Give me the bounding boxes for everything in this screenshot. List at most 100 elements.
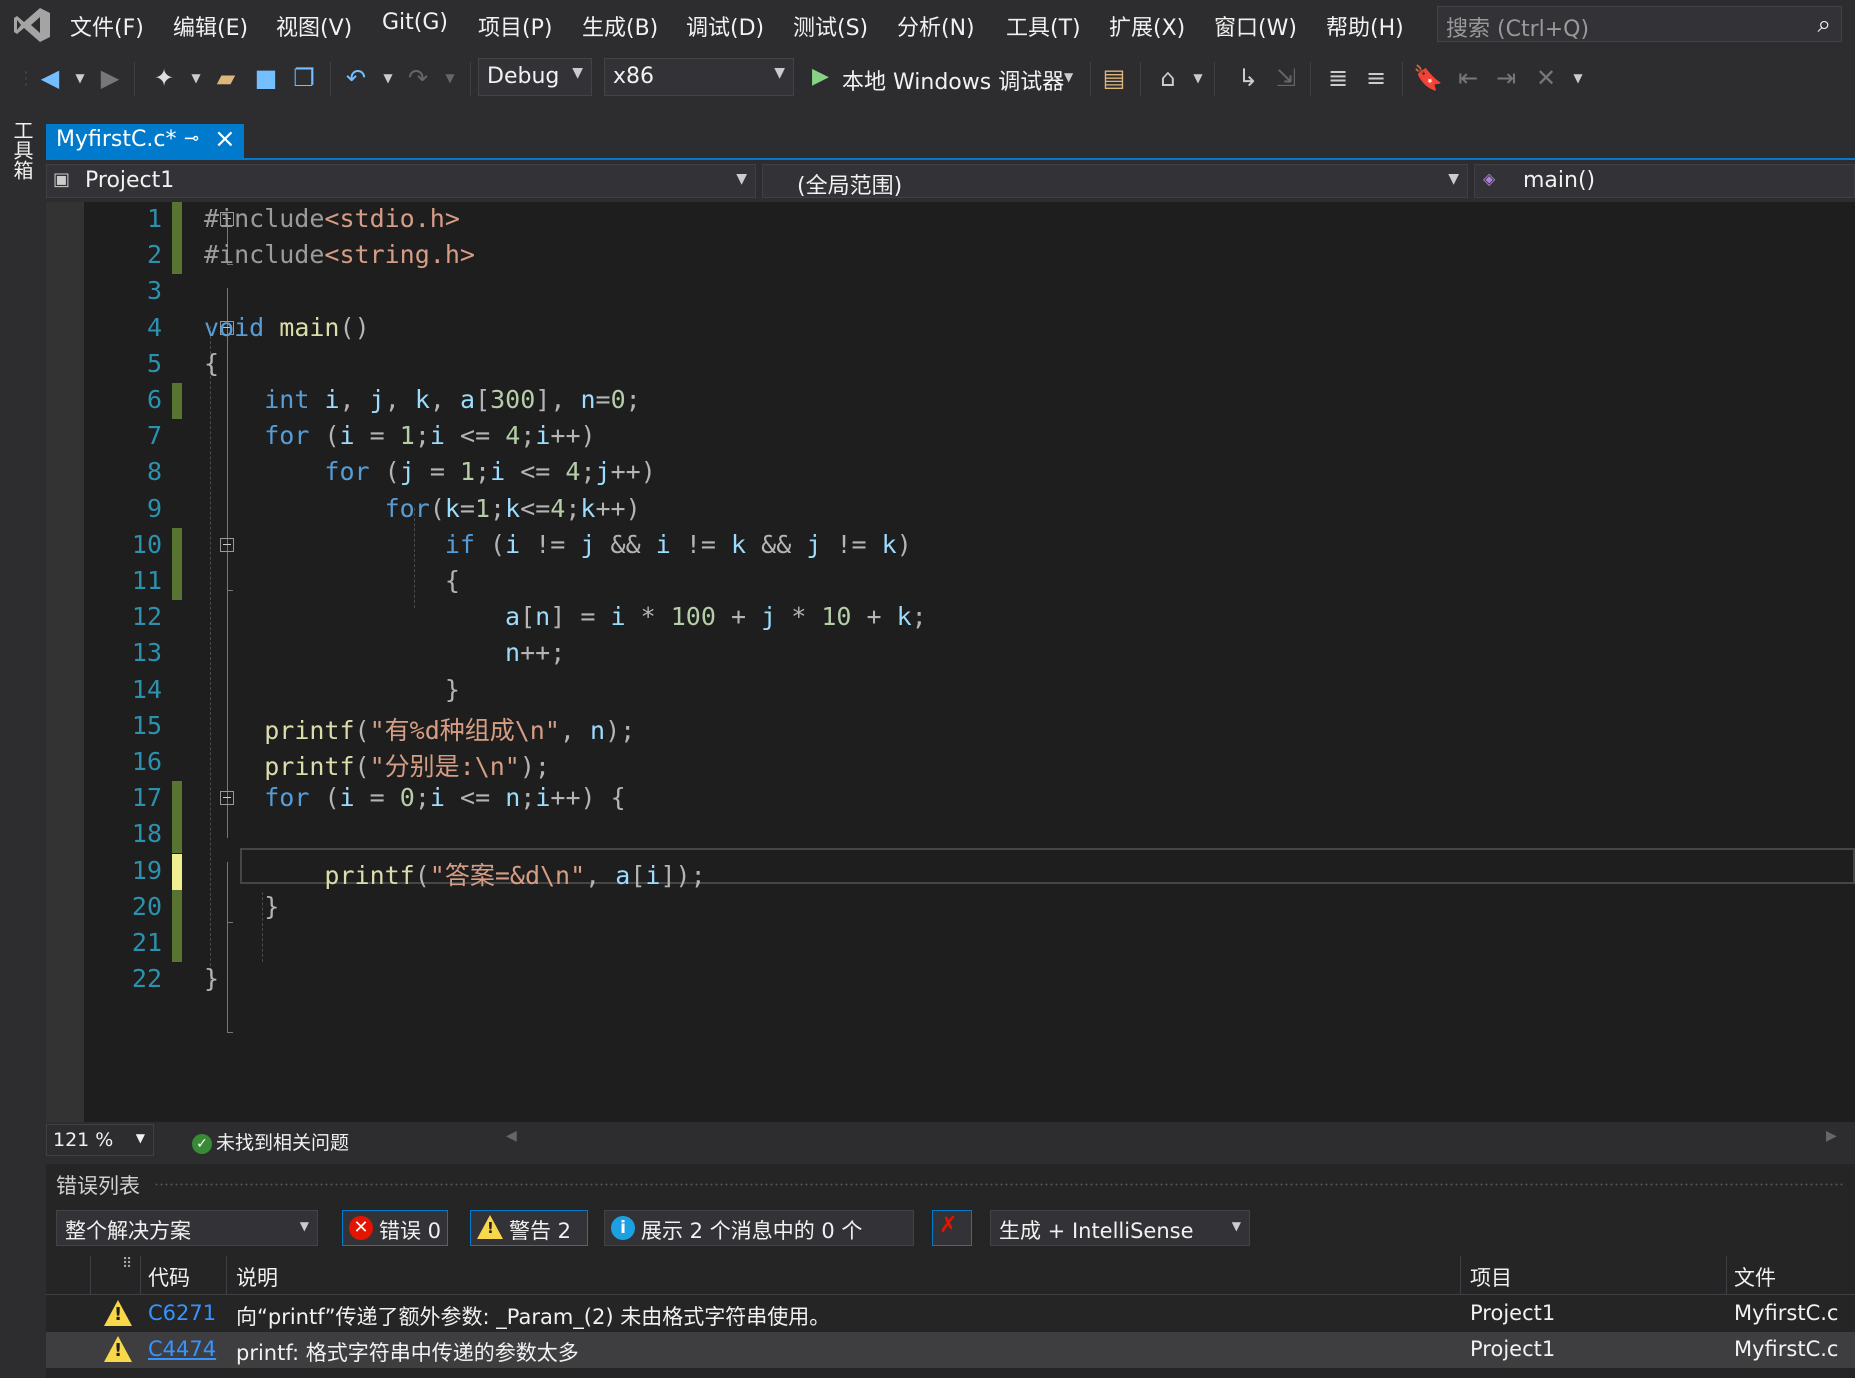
code-line[interactable]: 22} <box>46 962 1855 998</box>
previous-bookmark-icon[interactable]: ⇤ <box>1452 62 1484 94</box>
comment-lines-icon[interactable]: ≣ <box>1322 62 1354 94</box>
menu-project[interactable]: 项目(P) <box>478 10 552 42</box>
build-filter-select[interactable]: 生成 + IntelliSense ▼ <box>990 1210 1250 1246</box>
undo-icon[interactable]: ↶ <box>340 62 372 94</box>
member-select[interactable]: ◈ main() <box>1474 164 1855 198</box>
menu-extensions[interactable]: 扩展(X) <box>1109 10 1185 42</box>
clear-filter-button[interactable]: ✗ <box>932 1210 972 1246</box>
issues-indicator[interactable]: ✓ 未找到相关问题 <box>192 1128 349 1155</box>
redo-dropdown-icon[interactable]: ▼ <box>434 62 466 94</box>
messages-filter-button[interactable]: i 展示 2 个消息中的 0 个 <box>604 1210 914 1246</box>
browser-link-dropdown-icon[interactable]: ▼ <box>1182 62 1214 94</box>
configuration-select[interactable]: Debug ▼ <box>478 58 592 96</box>
save-all-icon[interactable]: ❐ <box>288 62 320 94</box>
chevron-down-icon: ▼ <box>572 65 583 81</box>
menu-edit[interactable]: 编辑(E) <box>173 10 248 42</box>
visual-studio-logo-icon[interactable] <box>12 6 52 44</box>
code-line[interactable]: 6 int i, j, k, a[300], n=0; <box>46 383 1855 419</box>
menu-build[interactable]: 生成(B) <box>582 10 658 42</box>
code-line[interactable]: 20 } <box>46 889 1855 926</box>
warning-code-link[interactable]: C4474 <box>148 1337 216 1361</box>
back-dropdown-icon[interactable]: ▼ <box>64 62 96 94</box>
find-in-files-icon[interactable]: ▤ <box>1098 62 1130 94</box>
menu-analyze[interactable]: 分析(N) <box>897 10 975 42</box>
code-line[interactable]: 5{ <box>46 347 1855 383</box>
chevron-down-icon: ▼ <box>1448 171 1459 187</box>
code-line[interactable]: 12 a[n] = i * 100 + j * 10 + k; <box>46 600 1855 636</box>
code-line[interactable]: 18 <box>46 817 1855 854</box>
code-line[interactable]: 21 <box>46 926 1855 962</box>
code-line[interactable]: 19 printf("答案=&d\n", a[i]); <box>46 853 1855 890</box>
scope-filter-select[interactable]: 整个解决方案 ▼ <box>56 1210 318 1246</box>
code-line[interactable]: 9 for(k=1;k<=4;k++) <box>46 492 1855 528</box>
line-number: 20 <box>131 891 162 921</box>
tab-myfirstc[interactable]: MyfirstC.c* ⊸ × <box>46 124 244 158</box>
code-line[interactable]: 15 printf("有%d种组成\n", n); <box>46 709 1855 745</box>
menu-debug[interactable]: 调试(D) <box>686 10 764 42</box>
column-header-code[interactable]: 代码 <box>148 1262 190 1292</box>
code-line[interactable]: 10 if (i != j && i != k && j != k) <box>46 527 1855 564</box>
clear-bookmarks-icon[interactable]: ✕ <box>1530 62 1562 94</box>
errors-filter-button[interactable]: ✕ 错误 0 <box>342 1210 448 1246</box>
column-header-file[interactable]: 文件 <box>1734 1262 1776 1292</box>
menu-file[interactable]: 文件(F) <box>70 10 144 42</box>
code-editor[interactable]: 1 #include<stdio.h> 2 #include<string.h> 3 4 v… <box>46 202 1855 1122</box>
code-line[interactable]: 8 for (j = 1;i <= 4;j++) <box>46 455 1855 491</box>
code-line[interactable]: 17 for (i = 0;i <= n;i++) { <box>46 781 1855 818</box>
step-into-icon[interactable]: ↳ <box>1232 62 1264 94</box>
uncomment-lines-icon[interactable]: ≡ <box>1360 62 1392 94</box>
step-over-icon[interactable]: ⇲ <box>1270 62 1302 94</box>
build-filter-value: 生成 + IntelliSense <box>999 1219 1194 1243</box>
platform-select[interactable]: x86 ▼ <box>604 58 794 96</box>
menu-git[interactable]: Git(G) <box>382 10 448 35</box>
code-line[interactable]: 16 printf("分别是:\n"); <box>46 745 1855 781</box>
code-line[interactable]: 11 { <box>46 564 1855 600</box>
code-line[interactable]: 2 #include<string.h> <box>46 238 1855 275</box>
toolbar-separator <box>470 62 471 96</box>
save-icon[interactable]: ■ <box>250 62 282 94</box>
new-item-icon[interactable]: ✦ <box>148 62 180 94</box>
scroll-right-icon[interactable]: ▶ <box>1826 1128 1837 1144</box>
table-row[interactable]: C6271 向“printf”传递了额外参数: _Param_(2) 未由格式字… <box>46 1296 1855 1332</box>
zoom-select[interactable]: 121 % ▼ <box>46 1124 154 1156</box>
warnings-filter-button[interactable]: ! 警告 2 <box>470 1210 588 1246</box>
menu-tools[interactable]: 工具(T) <box>1006 10 1081 42</box>
close-icon[interactable]: × <box>214 124 236 154</box>
new-item-dropdown-icon[interactable]: ▼ <box>180 62 212 94</box>
start-debugging-button[interactable]: ▶ 本地 Windows 调试器 ▼ <box>808 62 1080 96</box>
errors-filter-label: 错误 0 <box>379 1219 442 1243</box>
toolbar-overflow-icon[interactable]: ▼ <box>1562 62 1594 94</box>
pin-icon[interactable]: ⊸ <box>184 128 199 149</box>
toolbox-tab[interactable]: 工具箱 <box>8 120 37 180</box>
menu-help[interactable]: 帮助(H) <box>1326 10 1404 42</box>
open-folder-icon[interactable]: ▰ <box>210 62 242 94</box>
redo-icon[interactable]: ↷ <box>402 62 434 94</box>
sort-grip-icon[interactable]: ⠿ <box>122 1256 132 1272</box>
back-icon[interactable]: ◀ <box>34 62 66 94</box>
code-line[interactable]: 1 #include<stdio.h> <box>46 202 1855 238</box>
chevron-down-icon: ▼ <box>1064 70 1074 84</box>
column-header-project[interactable]: 项目 <box>1470 1262 1512 1292</box>
forward-icon[interactable]: ▶ <box>94 62 126 94</box>
bookmark-icon[interactable]: 🔖 <box>1412 62 1444 94</box>
menu-test[interactable]: 测试(S) <box>793 10 868 42</box>
browser-link-icon[interactable]: ⌂ <box>1152 62 1184 94</box>
scroll-left-icon[interactable]: ◀ <box>506 1128 517 1144</box>
scope-select[interactable]: (全局范围) ▼ <box>762 164 1468 199</box>
code-line[interactable]: 13 n++; <box>46 636 1855 672</box>
menu-view[interactable]: 视图(V) <box>276 10 352 42</box>
search-input[interactable]: 搜索 (Ctrl+Q) ⌕ <box>1437 6 1842 42</box>
code-line[interactable]: 14 } <box>46 673 1855 709</box>
menu-window[interactable]: 窗口(W) <box>1214 10 1297 42</box>
column-header-description[interactable]: 说明 <box>236 1262 278 1292</box>
change-indicator <box>172 383 182 419</box>
undo-dropdown-icon[interactable]: ▼ <box>372 62 404 94</box>
table-row[interactable]: C4474 printf: 格式字符串中传递的参数太多 Project1 Myf… <box>46 1332 1855 1368</box>
project-select[interactable]: ▣ Project1 ▼ <box>46 164 756 198</box>
next-bookmark-icon[interactable]: ⇥ <box>1490 62 1522 94</box>
code-line[interactable]: 3 <box>46 274 1855 310</box>
line-number: 11 <box>131 566 162 595</box>
code-line[interactable]: 7 for (i = 1;i <= 4;i++) <box>46 419 1855 455</box>
code-line[interactable]: 4 void main() <box>46 311 1855 347</box>
warning-code-link[interactable]: C6271 <box>148 1301 216 1325</box>
